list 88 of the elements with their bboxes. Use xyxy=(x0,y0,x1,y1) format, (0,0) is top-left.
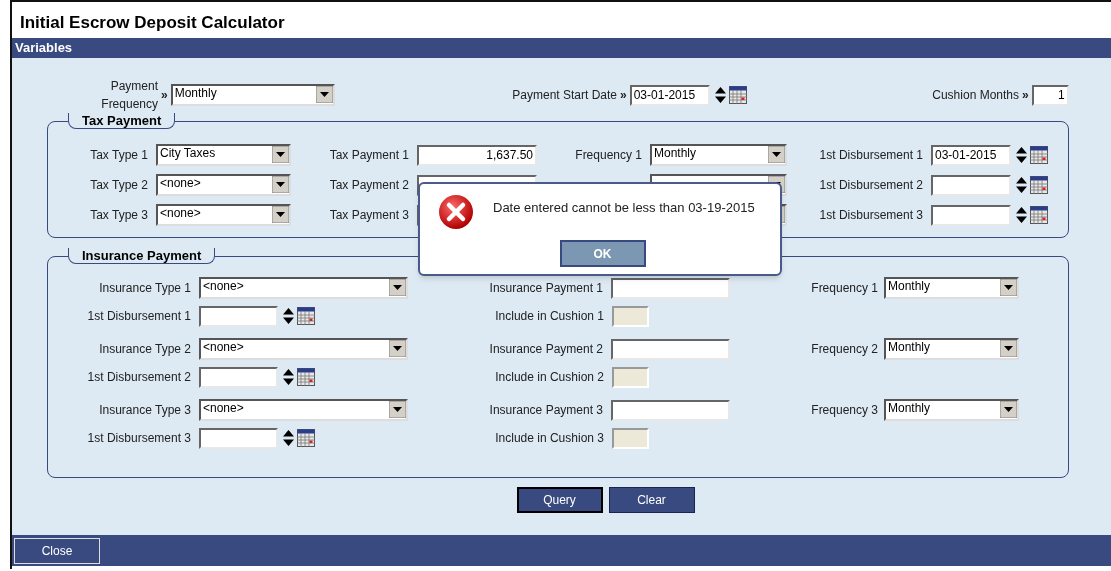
dropdown[interactable]: <none> xyxy=(199,277,408,299)
error-icon xyxy=(438,194,474,230)
section-header: Variables xyxy=(12,38,1111,58)
calendar-icon[interactable] xyxy=(1030,176,1048,194)
field-label: 1st Disbursement 1 xyxy=(818,147,923,164)
amount-field[interactable] xyxy=(611,399,730,421)
spinner-icon[interactable] xyxy=(283,430,294,446)
field-label: Frequency 1 xyxy=(810,280,878,297)
number-field[interactable]: 1 xyxy=(1031,84,1069,106)
field-label: Tax Type 2 xyxy=(89,177,148,194)
field-label: Tax Payment 2 xyxy=(328,177,409,194)
date-field[interactable] xyxy=(931,174,1011,196)
field-label: Include in Cushion 2 xyxy=(494,369,604,386)
dropdown[interactable]: Monthly xyxy=(884,277,1019,299)
amount-field[interactable]: 1,637.50 xyxy=(417,144,537,166)
action-button[interactable]: Clear xyxy=(608,487,695,513)
amount-field[interactable] xyxy=(611,338,730,360)
dropdown-arrow-icon[interactable] xyxy=(315,86,333,103)
field-label: Frequency 2 xyxy=(810,341,878,358)
field-label: Include in Cushion 1 xyxy=(494,308,604,325)
dropdown[interactable]: Monthly xyxy=(884,399,1019,421)
calendar-icon[interactable] xyxy=(1030,206,1048,224)
arrow-glyph: » xyxy=(161,87,168,104)
spinner-icon[interactable] xyxy=(283,369,294,385)
date-field[interactable]: 03-01-2015 xyxy=(931,144,1011,166)
arrow-glyph: » xyxy=(620,87,627,104)
field-label: Tax Payment 1 xyxy=(328,147,409,164)
dropdown[interactable]: <none> xyxy=(199,399,408,421)
date-field[interactable]: 03-01-2015 xyxy=(629,84,710,106)
dropdown[interactable]: Monthly xyxy=(884,338,1019,360)
field-label: 1st Disbursement 3 xyxy=(818,207,923,224)
field-label: Insurance Payment 3 xyxy=(488,402,603,419)
dropdown[interactable]: City Taxes xyxy=(156,144,291,166)
dropdown-arrow-icon[interactable] xyxy=(768,146,785,163)
field-label: Tax Type 3 xyxy=(89,207,148,224)
dropdown-arrow-icon[interactable] xyxy=(1000,279,1017,296)
calendar-icon[interactable] xyxy=(297,429,315,447)
dropdown-arrow-icon[interactable] xyxy=(1000,401,1017,418)
arrow-glyph: » xyxy=(1022,87,1029,104)
close-button[interactable]: Close xyxy=(14,537,100,564)
dropdown-arrow-icon[interactable] xyxy=(389,340,406,357)
dropdown[interactable]: <none> xyxy=(156,204,291,226)
dropdown[interactable]: <none> xyxy=(199,338,408,360)
field-label: Tax Payment 3 xyxy=(328,207,409,224)
dropdown-arrow-icon[interactable] xyxy=(272,176,289,193)
date-field[interactable] xyxy=(199,366,278,388)
action-button[interactable]: Query xyxy=(516,487,603,513)
dropdown[interactable]: Monthly xyxy=(170,84,335,106)
field-label: Insurance Type 2 xyxy=(98,341,191,358)
field-label: Insurance Payment 2 xyxy=(488,341,603,358)
field-label: Frequency 3 xyxy=(810,402,878,419)
dropdown-arrow-icon[interactable] xyxy=(389,401,406,418)
field-label: Cushion Months xyxy=(931,87,1019,104)
field-label: Frequency 1 xyxy=(574,147,642,164)
date-field[interactable] xyxy=(199,305,278,327)
field-label: Payment Start Date xyxy=(511,87,617,104)
spinner-icon[interactable] xyxy=(714,87,726,103)
spinner-icon[interactable] xyxy=(1016,147,1027,163)
window-title: Initial Escrow Deposit Calculator xyxy=(19,12,286,34)
dropdown[interactable]: <none> xyxy=(156,174,291,196)
panel-legend: Tax Payment xyxy=(68,113,176,129)
spinner-icon[interactable] xyxy=(1016,207,1027,223)
field-label: Insurance Type 1 xyxy=(98,280,191,297)
date-field[interactable] xyxy=(931,204,1011,226)
field-label: 1st Disbursement 1 xyxy=(86,308,191,325)
dropdown-arrow-icon[interactable] xyxy=(1000,340,1017,357)
calendar-icon[interactable] xyxy=(297,368,315,386)
dropdown[interactable]: Monthly xyxy=(650,144,787,166)
field-label: 1st Disbursement 2 xyxy=(818,177,923,194)
dropdown-arrow-icon[interactable] xyxy=(272,146,289,163)
date-field[interactable] xyxy=(199,427,278,449)
field-label: 1st Disbursement 3 xyxy=(86,430,191,447)
field-label: Insurance Payment 1 xyxy=(488,280,603,297)
spinner-icon[interactable] xyxy=(1016,177,1027,193)
field-label: 1st Disbursement 2 xyxy=(86,369,191,386)
calendar-icon[interactable] xyxy=(297,307,315,325)
field-label: Include in Cushion 3 xyxy=(494,430,604,447)
field-label: Insurance Type 3 xyxy=(98,402,191,419)
dropdown-arrow-icon[interactable] xyxy=(272,206,289,223)
error-message: Date entered cannot be less than 03-19-2015 xyxy=(493,199,755,217)
dropdown-arrow-icon[interactable] xyxy=(389,279,406,296)
field-label: Payment Frequency xyxy=(100,78,158,113)
calendar-icon[interactable] xyxy=(728,86,747,104)
field-label: Tax Type 1 xyxy=(89,147,148,164)
calendar-icon[interactable] xyxy=(1030,146,1048,164)
spinner-icon[interactable] xyxy=(283,308,294,324)
panel-legend: Insurance Payment xyxy=(68,248,216,264)
amount-field[interactable] xyxy=(611,277,730,299)
